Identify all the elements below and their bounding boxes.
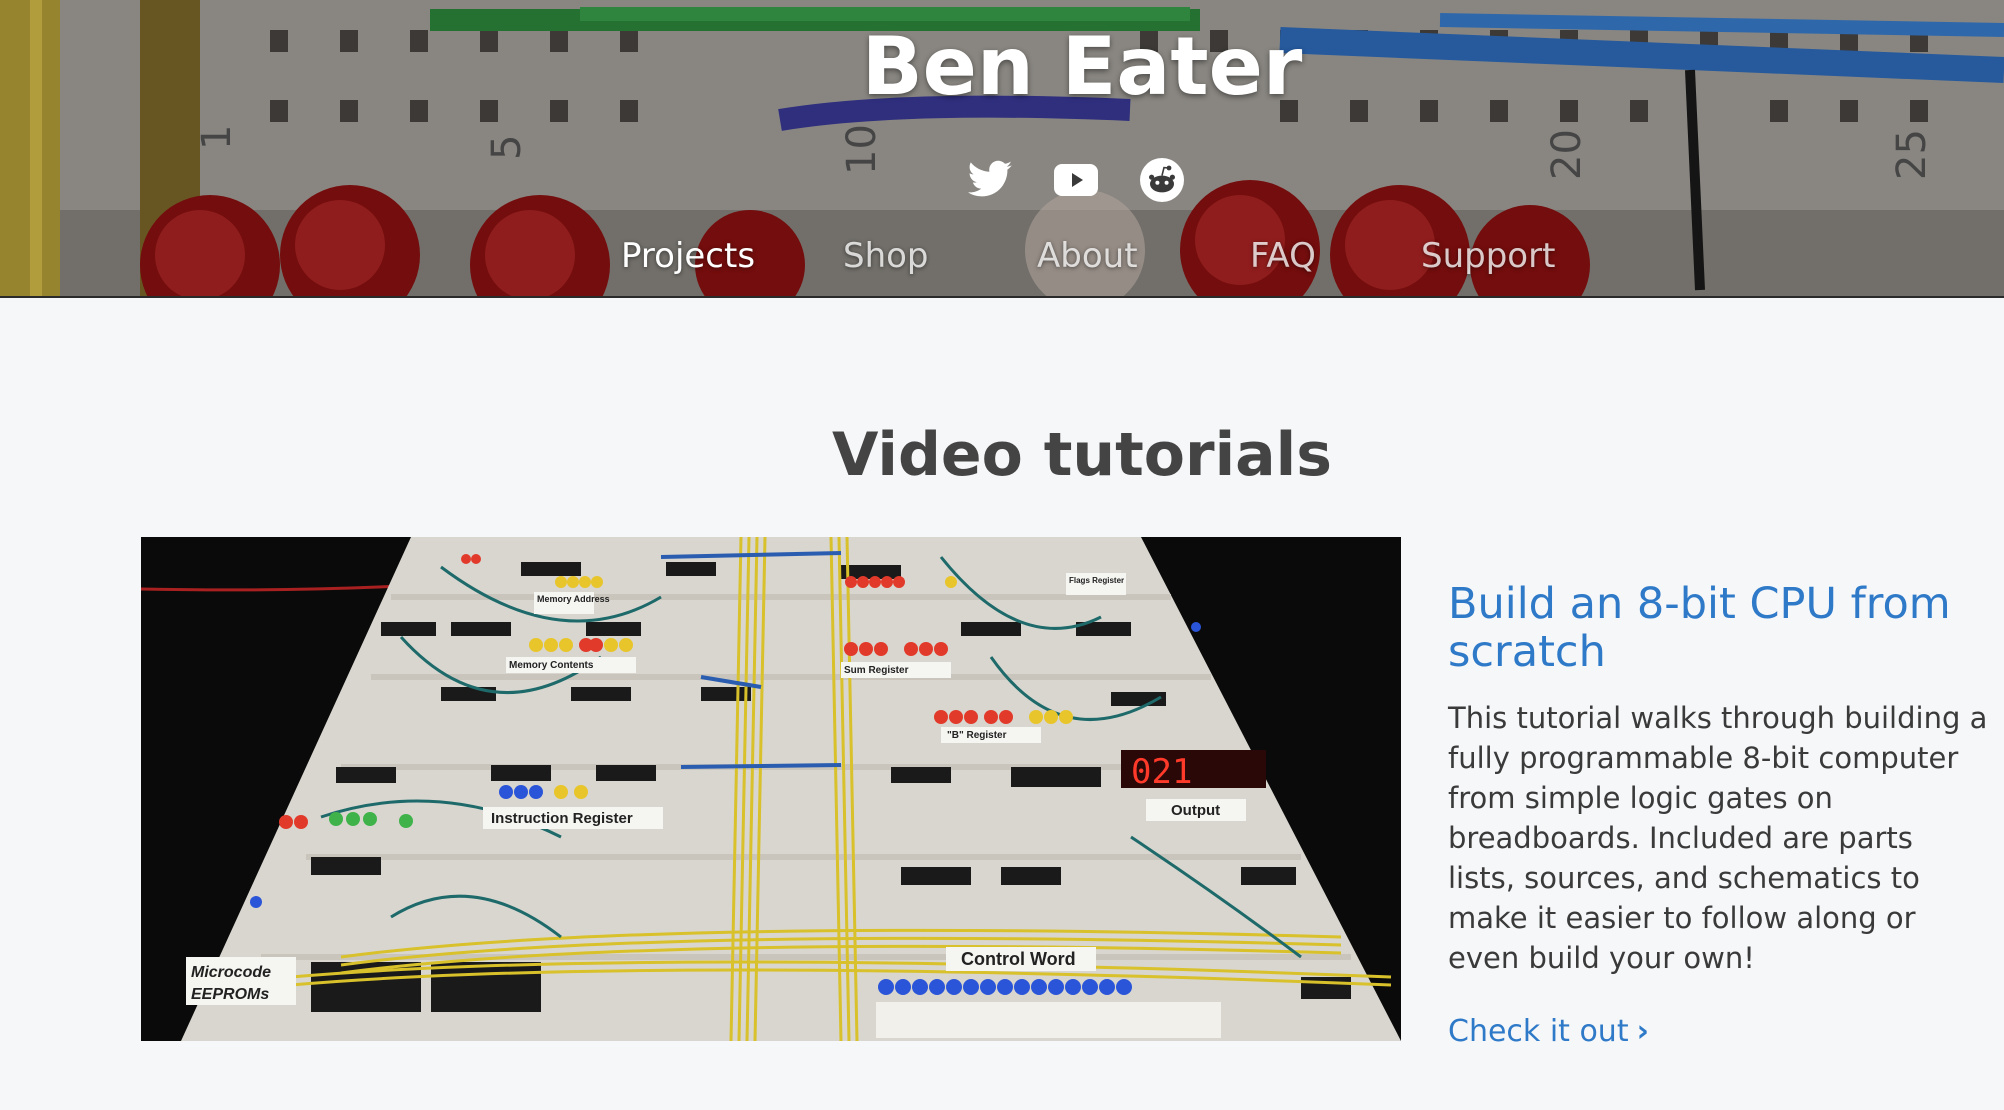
- image-label-flags-register: Flags Register: [1069, 576, 1124, 585]
- cpu-breadboard-image: Memory Address Memory Contents Sum Regis…: [141, 537, 1401, 1041]
- nav-item-shop[interactable]: Shop: [843, 236, 929, 276]
- image-label-b-register: "B" Register: [947, 730, 1007, 741]
- card-title[interactable]: Build an 8-bit CPU from scratch: [1448, 580, 1988, 676]
- youtube-icon[interactable]: [1052, 156, 1100, 204]
- image-label-instruction-register: Instruction Register: [491, 810, 633, 827]
- section-title: Video tutorials: [832, 419, 1332, 490]
- nav-item-faq[interactable]: FAQ: [1250, 236, 1316, 276]
- twitter-icon[interactable]: [966, 156, 1014, 204]
- image-label-control-word: Control Word: [961, 949, 1076, 969]
- image-label-memory-address: Memory Address: [537, 594, 610, 604]
- image-label-memory-contents: Memory Contents: [509, 660, 594, 671]
- card-description: This tutorial walks through building a f…: [1448, 701, 1988, 975]
- chevron-right-icon: ›: [1636, 1014, 1649, 1049]
- image-output-display: 021: [1131, 752, 1192, 792]
- check-it-out-label: Check it out: [1448, 1014, 1629, 1049]
- reddit-icon[interactable]: [1138, 156, 1186, 204]
- nav-item-about[interactable]: About: [1037, 236, 1138, 276]
- site-header: 1 5 10 20 25 Ben Eater Projects Shop Abo…: [0, 0, 2004, 298]
- tutorial-thumbnail[interactable]: Memory Address Memory Contents Sum Regis…: [141, 537, 1401, 1041]
- image-label-eeproms: EEPROMs: [191, 986, 269, 1003]
- image-label-output: Output: [1171, 802, 1220, 819]
- tutorial-card: Build an 8-bit CPU from scratch This tut…: [1448, 580, 1988, 1049]
- site-title[interactable]: Ben Eater: [0, 20, 2004, 113]
- social-links: [966, 156, 1186, 204]
- image-label-microcode: Microcode: [191, 964, 271, 981]
- check-it-out-link[interactable]: Check it out ›: [1448, 1014, 1649, 1049]
- nav-item-projects[interactable]: Projects: [621, 236, 755, 276]
- image-label-sum-register: Sum Register: [844, 665, 909, 676]
- nav-item-support[interactable]: Support: [1421, 236, 1555, 276]
